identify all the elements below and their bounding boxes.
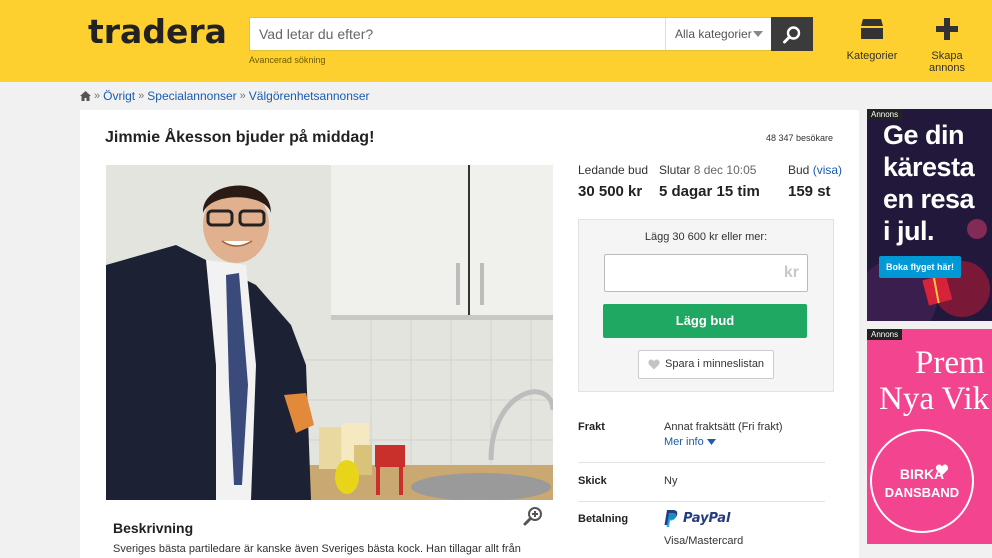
chevron-down-icon xyxy=(753,31,763,37)
payment-label: Betalning xyxy=(578,513,629,525)
description-text: Sveriges bästa partiledare är kanske äve… xyxy=(113,543,521,555)
bids-count: 159 st xyxy=(788,183,831,200)
categories-icon xyxy=(861,19,883,39)
currency-suffix: kr xyxy=(783,264,799,281)
condition-value: Ny xyxy=(664,475,678,487)
paypal-logo-text: PayPal xyxy=(683,511,731,526)
save-to-watchlist-button[interactable]: Spara i minneslistan xyxy=(638,350,774,379)
paypal-icon xyxy=(664,510,678,527)
categories-button[interactable]: Kategorier xyxy=(837,17,907,67)
ad1-line-3: en resa xyxy=(883,184,975,214)
search-button[interactable] xyxy=(771,17,813,51)
caret-down-icon xyxy=(706,439,716,445)
leading-bid-stat: Ledande bud 30 500 kr xyxy=(578,163,648,200)
category-select-label: Alla kategorier xyxy=(675,27,752,41)
home-icon[interactable] xyxy=(80,91,91,101)
payment-row: Betalning PayPal Visa/Mastercard xyxy=(578,510,825,558)
bid-hint: Lägg 30 600 kr eller mer: xyxy=(644,231,768,243)
heart-icon xyxy=(935,464,949,476)
ad-tag: Annons xyxy=(867,329,903,340)
breadcrumb-separator: » xyxy=(94,90,101,102)
breadcrumb-item-valgorenhetsannonser[interactable]: Välgörenhetsannonser xyxy=(249,89,370,103)
shipping-value-wrap: Annat fraktsätt (Fri frakt) Mer info xyxy=(664,421,783,448)
divider xyxy=(578,462,825,463)
visitor-count: 48 347 besökare xyxy=(765,133,833,143)
breadcrumb: » Övrigt » Specialannonser » Välgörenhet… xyxy=(80,88,370,104)
breadcrumb-item-ovrigt[interactable]: Övrigt xyxy=(103,89,135,103)
leading-bid-value: 30 500 kr xyxy=(578,183,643,200)
breadcrumb-separator: » xyxy=(239,90,246,102)
heart-icon xyxy=(648,359,660,370)
shipping-row: Frakt Annat fraktsätt (Fri frakt) Mer in… xyxy=(578,421,825,461)
breadcrumb-separator: » xyxy=(138,90,145,102)
search-bar: Alla kategorier xyxy=(249,17,813,51)
ad2-badge-line-2: DANSBAND xyxy=(884,485,960,500)
bids-label: Bud xyxy=(788,163,810,177)
shipping-label: Frakt xyxy=(578,421,605,433)
ends-stat: Slutar 8 dec 10:05 5 dagar 15 tim xyxy=(659,163,760,200)
bids-stat: Bud (visa) 159 st xyxy=(788,163,842,200)
bid-amount-input[interactable]: kr xyxy=(604,254,808,292)
categories-label: Kategorier xyxy=(846,50,898,62)
category-select[interactable]: Alla kategorier xyxy=(665,18,771,50)
paypal-logo: PayPal xyxy=(683,511,730,526)
breadcrumb-item-specialannonser[interactable]: Specialannonser xyxy=(147,89,236,103)
condition-row: Skick Ny xyxy=(578,475,825,495)
place-bid-button[interactable]: Lägg bud xyxy=(603,304,807,338)
listing-photo[interactable] xyxy=(106,165,553,500)
condition-label: Skick xyxy=(578,475,607,487)
listing-title: Jimmie Åkesson bjuder på middag! xyxy=(105,129,375,146)
ad2-line-1: Prem xyxy=(915,345,985,381)
ends-countdown: 5 dagar 15 tim xyxy=(659,183,760,200)
ad-tag: Annons xyxy=(867,109,903,120)
search-input[interactable] xyxy=(250,18,665,50)
ad-banner-travel[interactable]: Annons Ge din käresta en resa i jul. Bok… xyxy=(867,109,992,321)
ad-banner-cruise[interactable]: Annons Prem Nya Vik BIRKA DANSBAND xyxy=(867,329,992,544)
save-button-label: Spara i minneslistan xyxy=(665,358,765,370)
ad2-badge-line-1: BIRKA xyxy=(899,466,945,482)
kitchen-portrait-image xyxy=(106,165,553,500)
search-icon xyxy=(783,26,801,44)
leading-bid-label: Ledande bud xyxy=(578,163,649,177)
show-bids-link[interactable]: (visa) xyxy=(813,163,842,177)
tradera-logo[interactable]: tradera xyxy=(88,12,227,51)
more-info-link[interactable]: Mer info xyxy=(664,436,783,448)
ends-date: 8 dec 10:05 xyxy=(693,163,757,177)
create-listing-button[interactable]: Skapa annons xyxy=(912,17,982,74)
description-heading: Beskrivning xyxy=(113,520,194,536)
create-listing-label: Skapa annons xyxy=(928,50,966,74)
ends-label: Slutar xyxy=(659,163,691,177)
ad1-line-2: käresta xyxy=(883,152,975,182)
ad2-badge: BIRKA DANSBAND xyxy=(870,429,974,533)
more-info-label: Mer info xyxy=(664,436,704,448)
ad2-line-2: Nya Vik xyxy=(879,381,990,417)
zoom-icon[interactable] xyxy=(523,506,543,526)
payment-methods: PayPal Visa/Mastercard xyxy=(664,510,744,547)
card-payment: Visa/Mastercard xyxy=(664,535,744,547)
listing-card: Jimmie Åkesson bjuder på middag! 48 347 … xyxy=(80,110,859,558)
site-header: tradera Alla kategorier Avancerad söknin… xyxy=(0,0,992,82)
shipping-value: Annat fraktsätt (Fri frakt) xyxy=(664,421,783,433)
divider xyxy=(578,501,825,502)
ad1-line-4: i jul. xyxy=(883,216,935,246)
ad1-cta-button[interactable]: Boka flyget här! xyxy=(879,256,961,278)
ad1-line-1: Ge din xyxy=(883,120,965,150)
advanced-search-link[interactable]: Avancerad sökning xyxy=(249,55,325,65)
bid-box: Lägg 30 600 kr eller mer: kr Lägg bud Sp… xyxy=(578,219,834,392)
plus-icon xyxy=(936,18,958,40)
